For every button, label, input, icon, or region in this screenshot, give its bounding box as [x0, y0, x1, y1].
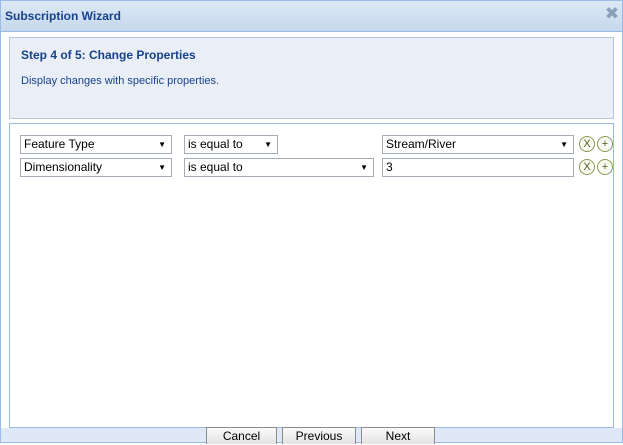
window-title: Subscription Wizard: [5, 9, 121, 23]
remove-row-button[interactable]: X: [579, 136, 595, 152]
value-select-row-1[interactable]: Stream/River ▼: [382, 135, 574, 154]
property-select-value: Dimensionality: [24, 160, 103, 174]
cancel-button[interactable]: Cancel: [206, 427, 277, 444]
dropdown-arrow-icon: ▼: [560, 140, 568, 149]
add-row-button[interactable]: +: [597, 159, 613, 175]
add-row-button[interactable]: +: [597, 136, 613, 152]
operator-select-row-2[interactable]: is equal to ▼: [184, 158, 374, 177]
step-header-panel: Step 4 of 5: Change Properties Display c…: [9, 37, 614, 119]
property-select-value: Feature Type: [24, 137, 95, 151]
property-select-row-2[interactable]: Dimensionality ▼: [20, 158, 172, 177]
remove-row-button[interactable]: X: [579, 159, 595, 175]
step-title: Step 4 of 5: Change Properties: [21, 48, 196, 62]
property-select-row-1[interactable]: Feature Type ▼: [20, 135, 172, 154]
value-input-row-2[interactable]: 3: [382, 158, 574, 177]
filter-rows-panel: Feature Type ▼ is equal to ▼ Stream/Rive…: [9, 123, 614, 428]
next-button[interactable]: Next: [361, 427, 435, 444]
dropdown-arrow-icon: ▼: [158, 163, 166, 172]
step-description: Display changes with specific properties…: [21, 75, 220, 87]
dropdown-arrow-icon: ▼: [158, 140, 166, 149]
previous-button[interactable]: Previous: [282, 427, 356, 444]
dropdown-arrow-icon: ▼: [360, 163, 368, 172]
close-icon[interactable]: ✖: [604, 5, 620, 22]
dropdown-arrow-icon: ▼: [264, 140, 272, 149]
operator-select-value: is equal to: [188, 160, 243, 174]
subscription-wizard-window: Subscription Wizard ✖ Step 4 of 5: Chang…: [0, 0, 623, 444]
operator-select-row-1[interactable]: is equal to ▼: [184, 135, 278, 154]
title-bar: Subscription Wizard ✖: [1, 1, 622, 32]
value-select-value: Stream/River: [386, 137, 457, 151]
operator-select-value: is equal to: [188, 137, 243, 151]
